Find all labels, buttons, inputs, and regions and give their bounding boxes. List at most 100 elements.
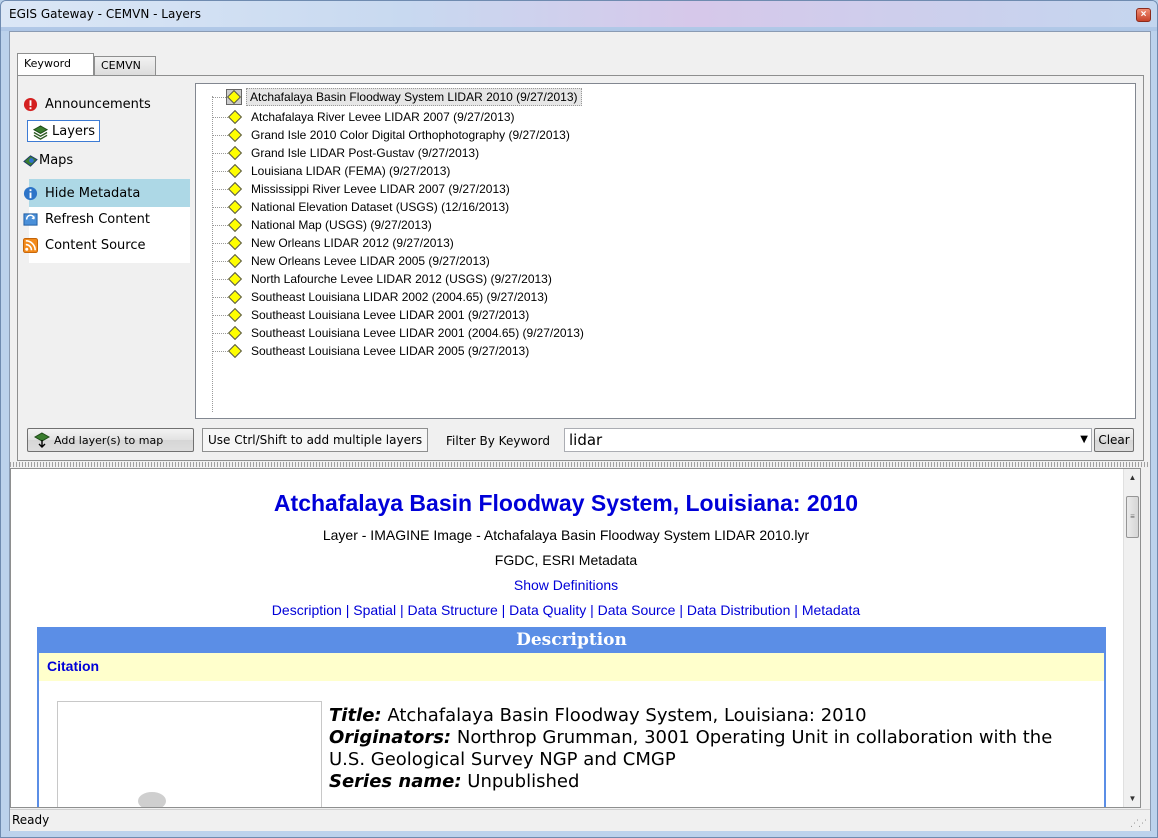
layer-thumbnail: [57, 701, 322, 807]
layers-icon: [33, 125, 48, 140]
tree-item[interactable]: New Orleans LIDAR 2012 (9/27/2013): [212, 234, 457, 252]
layer-diamond-icon: [226, 89, 242, 105]
tree-branch: [212, 242, 228, 244]
layer-diamond-icon: [227, 235, 243, 251]
tree-item-label: National Map (USGS) (9/27/2013): [251, 218, 432, 232]
tree-item[interactable]: Southeast Louisiana Levee LIDAR 2001 (9/…: [212, 306, 532, 324]
citation-fields: Title: Atchafalaya Basin Floodway System…: [329, 705, 1089, 793]
tree-branch: [212, 278, 228, 280]
tree-branch: [212, 188, 228, 190]
layer-tree[interactable]: Atchafalaya Basin Floodway System LIDAR …: [195, 83, 1136, 419]
tree-item[interactable]: Southeast Louisiana LIDAR 2002 (2004.65)…: [212, 288, 551, 306]
nav-content-source-label: Content Source: [45, 237, 146, 253]
tree-item-label: Southeast Louisiana Levee LIDAR 2001 (9/…: [251, 308, 530, 322]
tree-item-label: Louisiana LIDAR (FEMA) (9/27/2013): [251, 164, 451, 178]
tree-item-label: New Orleans LIDAR 2012 (9/27/2013): [251, 236, 454, 250]
title-bar[interactable]: EGIS Gateway - CEMVN - Layers ×: [1, 1, 1157, 27]
section-link-spatial[interactable]: Spatial: [353, 602, 396, 618]
tree-item-label: Atchafalaya River Levee LIDAR 2007 (9/27…: [251, 110, 515, 124]
tree-item[interactable]: Grand Isle 2010 Color Digital Orthophoto…: [212, 126, 573, 144]
nav-content-source[interactable]: Content Source: [23, 234, 149, 256]
section-link-data-source[interactable]: Data Source: [598, 602, 676, 618]
tree-branch: [212, 332, 228, 334]
section-link-data-quality[interactable]: Data Quality: [509, 602, 586, 618]
tree-item[interactable]: Southeast Louisiana Levee LIDAR 2005 (9/…: [212, 342, 532, 360]
tree-item[interactable]: National Elevation Dataset (USGS) (12/16…: [212, 198, 512, 216]
dropdown-arrow-icon[interactable]: ▼: [1080, 434, 1088, 445]
layer-info: Layer - IMAGINE Image - Atchafalaya Basi…: [322, 527, 810, 543]
tree-item-label: Grand Isle LIDAR Post-Gustav (9/27/2013): [251, 146, 480, 160]
field-series-key: Series name:: [329, 771, 462, 792]
field-originators-key: Originators:: [329, 727, 452, 748]
rss-icon: [23, 238, 38, 253]
app-window: EGIS Gateway - CEMVN - Layers × Keyword …: [0, 0, 1158, 838]
nav-maps-label: Maps: [39, 152, 74, 168]
map-icon: [23, 155, 38, 167]
clear-button[interactable]: Clear: [1094, 428, 1134, 452]
description-section-header: Description: [37, 627, 1106, 653]
nav-hide-metadata-label: Hide Metadata: [45, 185, 141, 201]
tree-branch: [212, 96, 226, 98]
tree-item[interactable]: New Orleans Levee LIDAR 2005 (9/27/2013): [212, 252, 493, 270]
tree-item[interactable]: Southeast Louisiana Levee LIDAR 2001 (20…: [212, 324, 587, 342]
resize-grip-icon[interactable]: ⋰⋰: [1130, 819, 1147, 829]
tree-item[interactable]: National Map (USGS) (9/27/2013): [212, 216, 435, 234]
tree-item[interactable]: Mississippi River Levee LIDAR 2007 (9/27…: [212, 180, 513, 198]
pane-splitter[interactable]: [10, 462, 1150, 467]
tree-item[interactable]: Louisiana LIDAR (FEMA) (9/27/2013): [212, 162, 453, 180]
metadata-scrollbar[interactable]: ▲ ≡ ▼: [1123, 469, 1140, 807]
nav-refresh-content-label: Refresh Content: [45, 211, 150, 227]
field-title-key: Title:: [329, 705, 382, 726]
layer-diamond-icon: [227, 343, 243, 359]
nav-refresh-content[interactable]: Refresh Content: [23, 208, 154, 230]
section-link-data-structure[interactable]: Data Structure: [407, 602, 497, 618]
citation-heading: Citation: [39, 653, 1104, 681]
tree-branch: [212, 224, 228, 226]
nav-hide-metadata[interactable]: Hide Metadata: [23, 182, 144, 204]
add-layer-icon: [34, 432, 50, 448]
metadata-title: Atchafalaya Basin Floodway System, Louis…: [273, 490, 859, 516]
scroll-up-arrow-icon[interactable]: ▲: [1124, 469, 1140, 486]
filter-keyword-combobox[interactable]: lidar ▼: [564, 428, 1092, 452]
tree-branch: [212, 116, 228, 118]
info-icon: [23, 186, 38, 201]
layer-diamond-icon: [227, 271, 243, 287]
layer-diamond-icon: [227, 181, 243, 197]
tree-item-label: Atchafalaya Basin Floodway System LIDAR …: [246, 88, 582, 106]
tree-item[interactable]: North Lafourche Levee LIDAR 2012 (USGS) …: [212, 270, 555, 288]
tree-branch: [212, 350, 228, 352]
nav-layers[interactable]: Layers: [27, 120, 101, 142]
nav-layers-label: Layers: [52, 123, 96, 139]
field-series: Series name: Unpublished: [329, 771, 1089, 793]
nav-maps[interactable]: Maps: [23, 149, 77, 171]
field-originators: Originators: Northrop Grumman, 3001 Oper…: [329, 727, 1089, 771]
add-layers-button[interactable]: Add layer(s) to map: [27, 428, 194, 452]
layer-icon-box: [226, 89, 242, 105]
layer-diamond-icon: [227, 307, 243, 323]
tree-item[interactable]: Atchafalaya Basin Floodway System LIDAR …: [212, 88, 582, 106]
scroll-thumb[interactable]: ≡: [1126, 496, 1139, 538]
close-button[interactable]: ×: [1136, 8, 1151, 22]
field-title-value: Atchafalaya Basin Floodway System, Louis…: [387, 705, 867, 726]
layer-diamond-icon: [227, 217, 243, 233]
tree-branch: [212, 314, 228, 316]
tree-item-label: Southeast Louisiana Levee LIDAR 2001 (20…: [251, 326, 584, 340]
tree-item-label: Mississippi River Levee LIDAR 2007 (9/27…: [251, 182, 510, 196]
nav-announcements[interactable]: Announcements: [23, 93, 155, 115]
tree-item-label: Grand Isle 2010 Color Digital Orthophoto…: [251, 128, 570, 142]
scroll-down-arrow-icon[interactable]: ▼: [1124, 790, 1140, 807]
tree-item[interactable]: Grand Isle LIDAR Post-Gustav (9/27/2013): [212, 144, 482, 162]
section-link-metadata[interactable]: Metadata: [802, 602, 860, 618]
multi-select-hint: Use Ctrl/Shift to add multiple layers: [202, 428, 429, 452]
tree-item-label: National Elevation Dataset (USGS) (12/16…: [251, 200, 510, 214]
section-link-description[interactable]: Description: [272, 602, 342, 618]
show-definitions-link[interactable]: Show Definitions: [11, 577, 1121, 593]
tree-item[interactable]: Atchafalaya River Levee LIDAR 2007 (9/27…: [212, 108, 518, 126]
refresh-icon: [23, 213, 38, 226]
tree-item-label: North Lafourche Levee LIDAR 2012 (USGS) …: [251, 272, 552, 286]
nav-announcements-label: Announcements: [45, 96, 151, 112]
section-link-data-distribution[interactable]: Data Distribution: [687, 602, 791, 618]
layer-diamond-icon: [227, 325, 243, 341]
tab-cemvn[interactable]: CEMVN: [94, 56, 156, 75]
tab-keyword[interactable]: Keyword: [17, 53, 94, 75]
